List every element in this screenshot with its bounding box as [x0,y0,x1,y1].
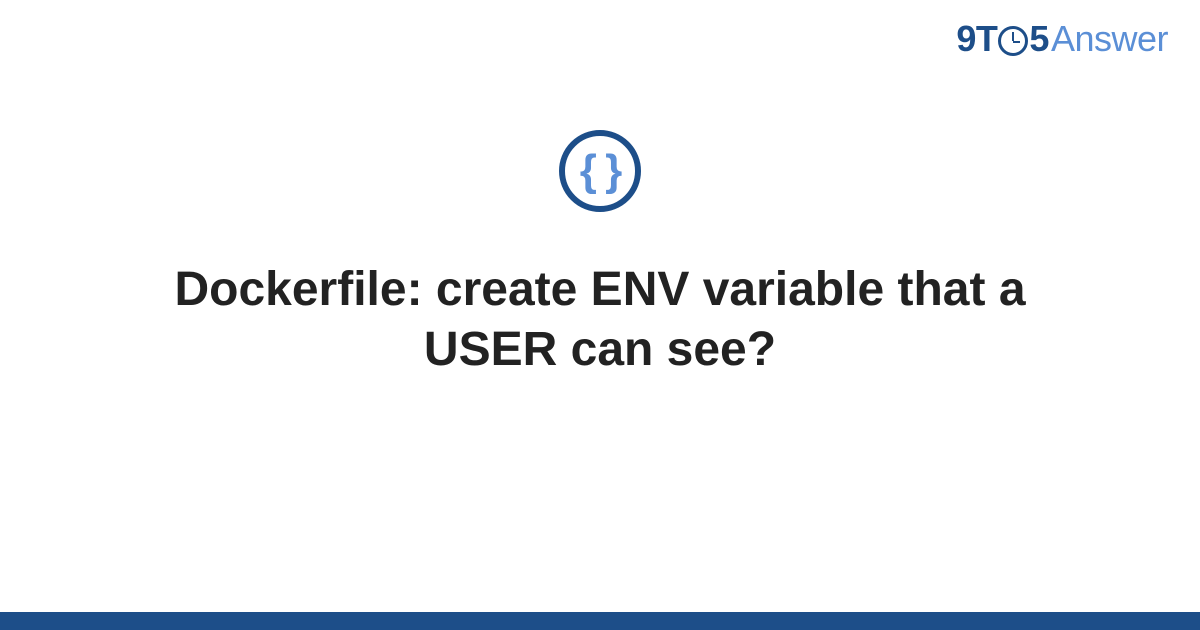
question-title: Dockerfile: create ENV variable that a U… [120,260,1080,380]
clock-icon [998,26,1028,56]
footer-accent-bar [0,612,1200,630]
site-logo: 9T 5 Answer [956,18,1168,60]
category-badge: { } [559,130,641,212]
logo-text-answer: Answer [1051,18,1168,60]
main-content: { } Dockerfile: create ENV variable that… [0,130,1200,380]
logo-text-9t: 9T [956,18,997,60]
code-braces-icon: { } [580,146,620,196]
logo-text-5: 5 [1029,18,1049,60]
